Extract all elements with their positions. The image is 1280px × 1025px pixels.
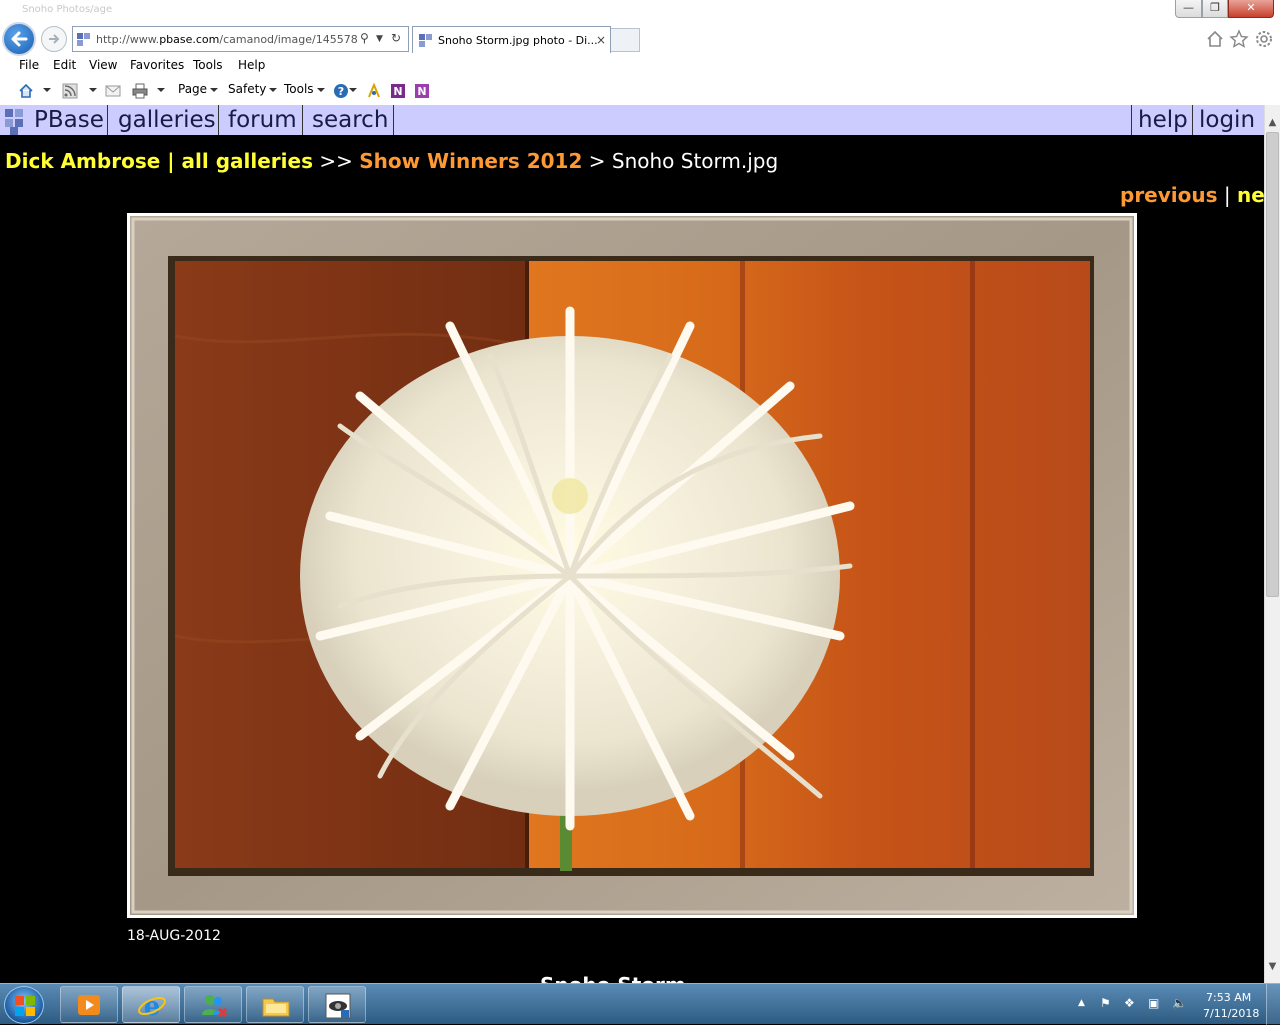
taskbar-messenger[interactable] xyxy=(184,986,242,1023)
tab-title: Snoho Storm.jpg photo - Di... xyxy=(438,34,598,47)
breadcrumb: Dick Ambrose | all galleries >> Show Win… xyxy=(5,149,779,173)
menu-view[interactable]: View xyxy=(89,58,117,72)
nav-forum[interactable]: forum xyxy=(222,105,303,135)
pbase-navbar: PBase galleries forum search help login xyxy=(0,105,1264,138)
nav-search[interactable]: search xyxy=(306,105,394,135)
close-window-button[interactable]: ✕ xyxy=(1228,0,1274,18)
chrysanthemum-photo-image xyxy=(130,216,1134,915)
start-button[interactable] xyxy=(4,986,44,1024)
rss-feed-icon[interactable] xyxy=(62,83,78,99)
next-link[interactable]: next xyxy=(1237,183,1264,207)
tab-close-icon[interactable]: × xyxy=(596,33,606,47)
previous-link[interactable]: previous xyxy=(1120,183,1218,207)
research-addon-icon[interactable] xyxy=(366,83,382,99)
network-icon[interactable]: ▣ xyxy=(1148,996,1159,1010)
back-button[interactable] xyxy=(2,22,36,56)
photo-caption: Snoho Storm xyxy=(540,973,686,983)
image-pager: previous | next xyxy=(1120,183,1264,207)
onenote-addon-icon[interactable]: N xyxy=(390,83,406,99)
taskbar-internet-explorer[interactable]: e xyxy=(122,986,180,1023)
pbase-favicon-icon xyxy=(77,33,90,46)
main-photo[interactable] xyxy=(127,213,1137,918)
windows-taskbar: e ▲ ⚑ ❖ ▣ 🔈 7:53 AM 7/11/2018 xyxy=(0,983,1280,1025)
pbase-logo-link[interactable]: PBase xyxy=(0,105,108,135)
nav-login[interactable]: login xyxy=(1192,105,1264,135)
print-dropdown[interactable] xyxy=(154,82,165,96)
pbase-logo-icon xyxy=(5,109,13,117)
svg-text:N: N xyxy=(393,85,402,98)
settings-gear-icon[interactable] xyxy=(1254,29,1274,49)
onenote-linked-icon[interactable]: N xyxy=(414,83,430,99)
vertical-scrollbar[interactable]: ▲ ▼ xyxy=(1264,105,1280,983)
svg-text:?: ? xyxy=(338,85,344,98)
dropbox-icon[interactable]: ❖ xyxy=(1124,996,1135,1010)
volume-muted-icon[interactable]: 🔈 xyxy=(1172,996,1187,1010)
scroll-thumb[interactable] xyxy=(1266,132,1279,597)
breadcrumb-owner-link[interactable]: Dick Ambrose xyxy=(5,149,160,173)
photo-viewer-icon xyxy=(325,993,351,1019)
nav-help[interactable]: help xyxy=(1131,105,1191,135)
page-menu[interactable]: Page xyxy=(178,82,219,96)
search-icon[interactable]: ⚲ xyxy=(360,31,369,45)
folder-icon xyxy=(262,998,290,1017)
menu-bar: File Edit View Favorites Tools Help xyxy=(0,54,1280,78)
breadcrumb-current: Snoho Storm.jpg xyxy=(611,149,779,173)
forward-arrow-icon xyxy=(49,34,60,44)
media-player-icon xyxy=(78,995,100,1015)
taskbar-photo-app[interactable] xyxy=(308,986,366,1023)
maximize-button[interactable]: ❐ xyxy=(1202,0,1228,18)
window-title-ghost: Snoho Photos/age xyxy=(22,4,113,15)
nav-galleries[interactable]: galleries xyxy=(112,105,219,135)
forward-button[interactable] xyxy=(41,26,67,52)
home-dropdown[interactable] xyxy=(40,82,51,96)
svg-text:N: N xyxy=(417,85,426,98)
menu-help[interactable]: Help xyxy=(238,58,265,72)
page-content: PBase galleries forum search help login … xyxy=(0,105,1264,983)
menu-tools[interactable]: Tools xyxy=(193,58,223,72)
taskbar-file-explorer[interactable] xyxy=(246,986,304,1023)
home-icon[interactable] xyxy=(18,83,34,99)
tools-menu[interactable]: Tools xyxy=(284,82,325,96)
scroll-up-arrow-icon[interactable]: ▲ xyxy=(1265,117,1280,133)
favorites-star-icon[interactable] xyxy=(1229,29,1249,49)
title-bar: Snoho Photos/age — ❐ ✕ xyxy=(0,0,1280,22)
clock-date[interactable]: 7/11/2018 xyxy=(1203,1007,1259,1020)
svg-text:e: e xyxy=(144,992,161,1021)
show-desktop-button[interactable] xyxy=(1266,984,1280,1025)
help-dropdown[interactable] xyxy=(346,82,357,96)
mail-icon[interactable] xyxy=(105,83,121,99)
windows-logo-icon xyxy=(15,996,35,1016)
feeds-dropdown[interactable] xyxy=(86,82,97,96)
menu-favorites[interactable]: Favorites xyxy=(130,58,184,72)
scroll-down-arrow-icon[interactable]: ▼ xyxy=(1265,961,1280,977)
menu-edit[interactable]: Edit xyxy=(53,58,76,72)
minimize-button[interactable]: — xyxy=(1175,0,1202,18)
refresh-icon[interactable]: ↻ xyxy=(391,31,401,45)
print-icon[interactable] xyxy=(132,83,148,99)
address-bar[interactable]: http://www.pbase.com/camanod/image/14557… xyxy=(72,26,409,52)
messenger-people-icon xyxy=(202,995,228,1018)
pbase-favicon-icon xyxy=(419,34,432,47)
back-arrow-icon xyxy=(11,31,28,47)
dropdown-chevron-icon[interactable]: ▼ xyxy=(376,34,383,44)
menu-file[interactable]: File xyxy=(19,58,39,72)
home-icon[interactable] xyxy=(1205,29,1225,49)
breadcrumb-gallery-link[interactable]: Show Winners 2012 xyxy=(359,149,582,173)
new-tab-button[interactable] xyxy=(611,28,640,52)
safety-menu[interactable]: Safety xyxy=(228,82,278,96)
internet-explorer-icon: e xyxy=(138,992,166,1021)
action-center-flag-icon[interactable]: ⚑ xyxy=(1100,996,1111,1010)
browser-chrome: Snoho Photos/age — ❐ ✕ http://www.pbase.… xyxy=(0,0,1280,105)
clock-time[interactable]: 7:53 AM xyxy=(1206,991,1251,1004)
url-text[interactable]: http://www.pbase.com/camanod/image/14557… xyxy=(96,33,358,46)
show-hidden-icons-icon[interactable]: ▲ xyxy=(1078,998,1085,1008)
breadcrumb-all-galleries-link[interactable]: all galleries xyxy=(182,149,313,173)
photo-date: 18-AUG-2012 xyxy=(127,928,221,944)
taskbar-media-player[interactable] xyxy=(60,986,118,1023)
command-bar: Page Safety Tools ? N N xyxy=(0,78,1280,104)
tab-active[interactable]: Snoho Storm.jpg photo - Di... × xyxy=(412,26,611,53)
